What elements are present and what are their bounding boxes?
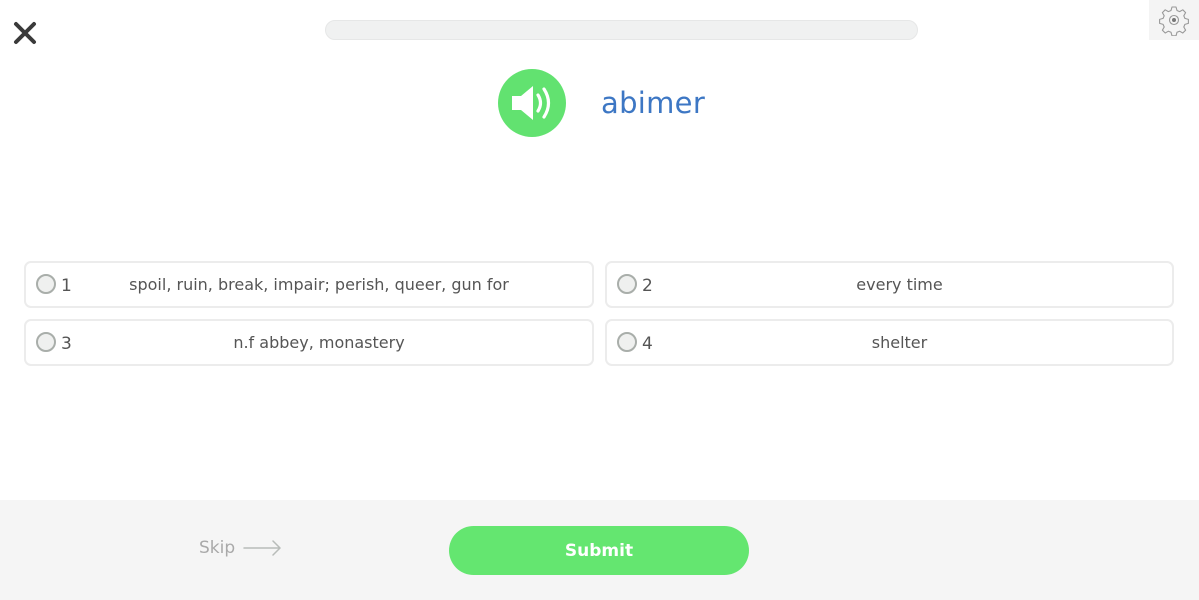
option-number: 3 <box>61 334 72 354</box>
answer-option-2[interactable]: 2 every time <box>605 261 1174 308</box>
prompt-area: abimer <box>498 69 705 137</box>
play-audio-button[interactable] <box>498 69 566 137</box>
answer-options: 1 spoil, ruin, break, impair; perish, qu… <box>24 261 1174 366</box>
skip-label: Skip <box>199 538 236 558</box>
skip-button[interactable]: Skip <box>199 538 283 558</box>
option-text: spoil, ruin, break, impair; perish, quee… <box>129 274 509 294</box>
gear-icon <box>1159 6 1189 36</box>
speaker-icon <box>512 86 551 120</box>
radio-button[interactable] <box>617 332 637 352</box>
option-number: 4 <box>642 334 653 354</box>
radio-button[interactable] <box>36 332 56 352</box>
arrow-right-icon <box>243 540 281 556</box>
footer-bar: Skip Submit <box>0 500 1199 600</box>
radio-button[interactable] <box>36 274 56 294</box>
close-button[interactable] <box>12 20 38 46</box>
answer-option-1[interactable]: 1 spoil, ruin, break, impair; perish, qu… <box>24 261 594 308</box>
settings-button[interactable] <box>1149 0 1199 40</box>
prompt-word: abimer <box>601 86 706 120</box>
option-number: 1 <box>61 276 72 296</box>
progress-bar <box>325 20 918 40</box>
option-text: shelter <box>871 332 928 352</box>
radio-button[interactable] <box>617 274 637 294</box>
option-text: n.f abbey, monastery <box>233 332 405 352</box>
answer-option-4[interactable]: 4 shelter <box>605 319 1174 366</box>
close-x-icon <box>14 22 36 44</box>
option-number: 2 <box>642 276 653 296</box>
option-text: every time <box>856 274 943 294</box>
submit-button[interactable]: Submit <box>449 526 749 575</box>
answer-option-3[interactable]: 3 n.f abbey, monastery <box>24 319 594 366</box>
